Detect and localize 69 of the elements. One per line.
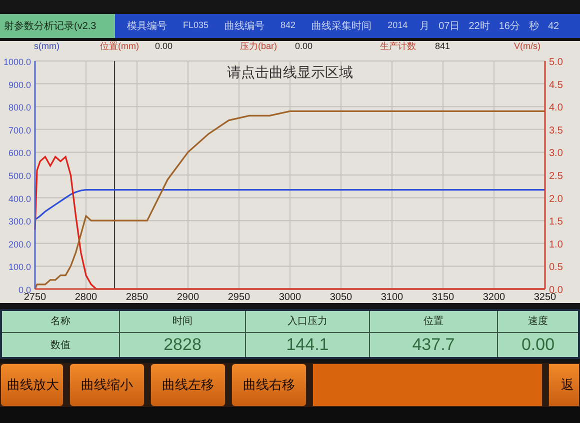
field-label: 曲线编号 bbox=[224, 20, 265, 34]
axis-tick-label: 2750 bbox=[24, 292, 46, 303]
axis-tick-label: 2900 bbox=[176, 292, 200, 303]
axis-tick-label: 400.0 bbox=[8, 194, 31, 204]
table-cell: 437.7 bbox=[370, 333, 498, 357]
curve-button[interactable]: 曲线缩小 bbox=[69, 363, 145, 407]
column-header: 时间 bbox=[120, 311, 246, 332]
field-label: 曲线采集时间 bbox=[312, 20, 372, 34]
readout-value: 841 bbox=[435, 40, 450, 54]
field-label: 模具编号 bbox=[127, 20, 167, 34]
time-part: 07日 bbox=[438, 20, 460, 34]
axis-tick-label: 3050 bbox=[330, 292, 352, 303]
axis-tick-label: 300.0 bbox=[8, 216, 31, 227]
curve-button[interactable]: 曲线左移 bbox=[150, 363, 226, 407]
column-header: 名称 bbox=[2, 311, 120, 332]
table-cell: 144.1 bbox=[246, 333, 370, 357]
axis-tick-label: 3200 bbox=[482, 292, 506, 303]
time-part: 22时 bbox=[468, 20, 490, 34]
table-cell: 数值 bbox=[2, 333, 120, 357]
chart-hint: 请点击曲线显示区域 bbox=[227, 64, 353, 80]
readout-value: 0.00 bbox=[295, 40, 313, 54]
field-value: 2014 bbox=[388, 19, 408, 32]
time-part: 秒 bbox=[528, 20, 539, 34]
column-header: 速度 bbox=[527, 314, 549, 329]
curve-button[interactable]: 曲线右移 bbox=[231, 363, 307, 407]
readout-label: 位置(mm) bbox=[100, 40, 140, 54]
table-cell-text: 0.00 bbox=[520, 334, 556, 356]
axis-tick-label: 1000.0 bbox=[3, 57, 31, 67]
column-header: 位置 bbox=[370, 311, 498, 332]
axis-tick-label: 5.0 bbox=[549, 57, 563, 68]
axis-title: s(mm) bbox=[33, 40, 60, 54]
axis-tick-label: 3000 bbox=[278, 292, 302, 303]
cursor-line[interactable] bbox=[114, 60, 116, 290]
axis-tick-label: 1.0 bbox=[549, 239, 563, 250]
app-title: 射参数分析记录(v2.3 bbox=[0, 14, 115, 38]
axis-tick-label: 700.0 bbox=[8, 125, 31, 136]
axis-tick-label: 2850 bbox=[126, 292, 148, 303]
readout-label: 生产计数 bbox=[380, 40, 417, 54]
axis-tick-label: 800.0 bbox=[8, 102, 31, 113]
axis-tick-label: 0.5 bbox=[549, 262, 563, 274]
time-part: 月 bbox=[420, 20, 430, 34]
axis-tick-label: 2950 bbox=[228, 292, 250, 303]
axis-tick-label: 3100 bbox=[380, 292, 404, 303]
time-part: 16分 bbox=[498, 20, 520, 34]
axis-title: V(m/s) bbox=[514, 40, 540, 54]
axis-tick-label: 2.0 bbox=[549, 194, 563, 205]
field-value: 842 bbox=[280, 19, 296, 32]
axis-tick-label: 500.0 bbox=[8, 171, 31, 181]
axis-tick-label: 100.0 bbox=[8, 262, 31, 272]
axis-tick-label: 900.0 bbox=[8, 80, 31, 90]
curve-button[interactable]: 曲线放大 bbox=[0, 363, 64, 407]
axis-tick-label: 3.0 bbox=[549, 148, 563, 160]
column-header: 入口压力 bbox=[246, 311, 370, 332]
readout-value: 0.00 bbox=[155, 40, 173, 54]
table-cell: 2828 bbox=[120, 333, 246, 357]
axis-tick-label: 2.5 bbox=[549, 171, 563, 182]
time-part: 42 bbox=[548, 20, 560, 34]
axis-tick-label: 4.5 bbox=[549, 80, 563, 91]
axis-tick-label: 600.0 bbox=[8, 148, 31, 158]
axis-tick-label: 2800 bbox=[74, 292, 98, 303]
axis-tick-label: 200.0 bbox=[8, 239, 31, 250]
axis-tick-label: 4.0 bbox=[549, 102, 563, 114]
back-button[interactable]: 返 bbox=[548, 363, 580, 407]
axis-tick-label: 1.5 bbox=[549, 216, 563, 228]
readout-label: 压力(bar) bbox=[240, 40, 278, 54]
field-value: FL035 bbox=[183, 19, 209, 32]
axis-tick-label: 3250 bbox=[534, 292, 556, 303]
axis-tick-label: 3.5 bbox=[549, 125, 563, 136]
axis-tick-label: 3150 bbox=[432, 292, 454, 303]
